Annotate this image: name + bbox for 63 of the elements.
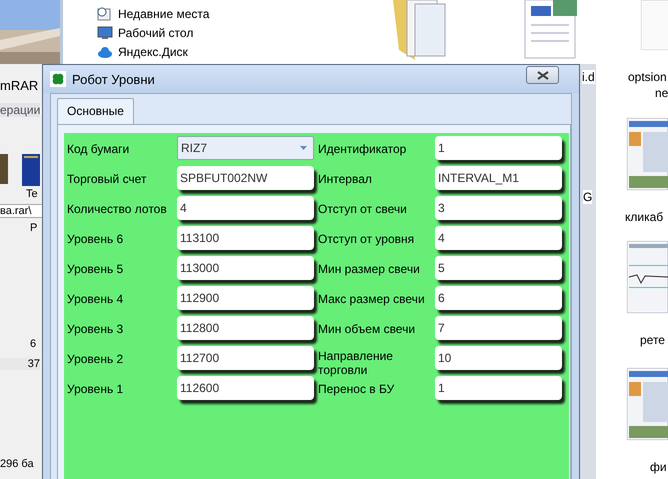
field-label: Мин размер свечи <box>317 261 421 278</box>
input-field[interactable]: 113100 <box>177 226 314 250</box>
file-label[interactable]: фи <box>650 460 667 474</box>
table-cell: 6 <box>30 338 36 350</box>
field-label: Уровень 5 <box>67 261 124 276</box>
status-text: 296 ба <box>0 458 34 470</box>
window-title: Робот Уровни <box>72 72 155 86</box>
nav-item[interactable]: Рабочий стол <box>97 25 210 41</box>
field-label: Уровень 6 <box>67 231 124 246</box>
toolbar-label[interactable]: Te <box>26 188 38 200</box>
monitor-icon <box>97 26 113 40</box>
field-label: Отступ от свечи <box>317 201 408 218</box>
field-label: Код бумаги <box>67 141 130 156</box>
input-field[interactable]: 5 <box>435 256 562 280</box>
table-cell: 37 <box>0 358 40 370</box>
field-label: Уровень 2 <box>67 351 124 366</box>
input-field[interactable]: INTERVAL_M1 <box>435 166 562 190</box>
input-field[interactable]: 7 <box>435 316 562 340</box>
file-thumbnail-icon <box>627 241 668 313</box>
tab[interactable]: Основные <box>57 98 134 124</box>
close-button[interactable] <box>526 66 559 84</box>
field-label: Направление торговли <box>317 348 394 377</box>
field-label: Отступ от уровня <box>317 231 416 248</box>
field-label: Количество лотов <box>67 201 168 216</box>
file-label[interactable]: кликаб <box>625 210 664 224</box>
field-label: Идентификатор <box>317 141 408 158</box>
window-title: mRAR <box>0 78 38 93</box>
input-field[interactable]: 112600 <box>177 376 314 400</box>
input-field[interactable]: 1 <box>435 376 562 400</box>
toolbar-label[interactable]: ерации <box>0 103 40 117</box>
input-field[interactable]: SPBFUT002NW <box>177 166 314 190</box>
dropdown[interactable]: RIZ7 <box>177 136 314 160</box>
field-label: Интервал <box>317 171 373 188</box>
field-label: Уровень 3 <box>67 321 124 336</box>
nav-item[interactable]: Недавние места <box>97 6 210 22</box>
file-label[interactable]: G <box>583 190 592 204</box>
input-field[interactable]: 4 <box>177 196 314 220</box>
input-field[interactable]: 112900 <box>177 286 314 310</box>
nav-item[interactable]: Яндекс.Диск <box>97 44 210 60</box>
field-label: Уровень 1 <box>67 381 124 396</box>
field-label: Торговый счет <box>67 171 148 186</box>
input-field[interactable]: 6 <box>435 286 562 310</box>
column-header[interactable]: Р <box>30 222 38 234</box>
input-field[interactable]: 4 <box>435 226 562 250</box>
field-label: Уровень 4 <box>67 291 124 306</box>
field-label: Перенос в БУ <box>317 381 396 398</box>
input-field[interactable]: 112800 <box>177 316 314 340</box>
file-label[interactable]: i.d <box>582 70 595 84</box>
input-field[interactable]: 113000 <box>177 256 314 280</box>
clock-icon <box>97 7 113 21</box>
input-field[interactable]: 10 <box>435 346 562 370</box>
input-field[interactable]: 112700 <box>177 346 314 370</box>
path-field[interactable]: ва.rar\ <box>0 204 42 218</box>
field-label: Макс размер свечи <box>317 291 426 308</box>
caret-icon <box>300 146 307 150</box>
clover-icon <box>50 71 66 87</box>
input-field[interactable]: 3 <box>435 196 562 220</box>
close-icon <box>536 70 548 80</box>
field-label: Мин объем свечи <box>317 321 416 338</box>
file-label[interactable]: optsion <box>628 70 667 84</box>
cloud-icon <box>97 45 113 59</box>
book-icon[interactable] <box>22 154 40 186</box>
input-field[interactable]: 1 <box>435 136 562 160</box>
